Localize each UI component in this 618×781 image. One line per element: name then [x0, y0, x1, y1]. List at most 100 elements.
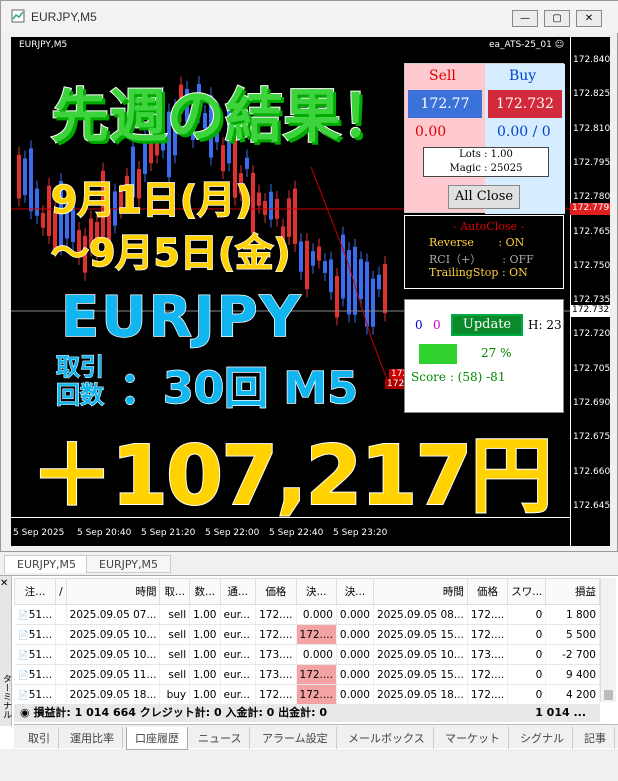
terminal-tab[interactable]: 運用比率	[62, 727, 123, 749]
buy-button[interactable]: 172.732	[488, 90, 562, 118]
cell-text: eur...	[223, 668, 250, 681]
table-row[interactable]: 📄51... 2025.09.05 07... sell 1.00 eur... 172.…	[14, 604, 600, 625]
cell-text: 2025.09.05 11...	[69, 668, 157, 681]
col-header-type[interactable]: 取...	[159, 578, 191, 605]
col-header-order[interactable]: 注...	[13, 578, 57, 605]
update-button[interactable]: Update	[451, 314, 523, 336]
cell-text: 2025.09.05 18...	[69, 688, 157, 701]
col-header-sort[interactable]: /	[55, 578, 67, 605]
time-tick: 5 Sep 2025	[13, 528, 65, 538]
table-cell: 0	[507, 684, 547, 705]
table-row[interactable]: 📄51... 2025.09.05 10... sell 1.00 eur... 172.…	[14, 624, 600, 645]
cell-text: sell	[168, 608, 187, 621]
buy-label: Buy	[509, 68, 537, 84]
trade-panel: Sell Buy 172.77 172.732 0.00 0.00 / 0 Lo…	[404, 63, 565, 214]
sell-button[interactable]: 172.77	[408, 90, 482, 118]
cell-text: 172....	[470, 628, 505, 641]
all-close-button[interactable]: All Close	[448, 185, 520, 209]
table-cell: 1.00	[189, 684, 221, 705]
col-header-profit[interactable]: 損益	[545, 578, 600, 605]
table-cell: eur...	[220, 604, 257, 625]
cell-text: eur...	[223, 648, 250, 661]
minimize-button[interactable]: —	[512, 10, 538, 27]
table-row[interactable]: 📄51... 2025.09.05 11... sell 1.00 eur... 173.…	[14, 664, 600, 685]
order-icon: 📄	[17, 630, 29, 641]
trailing-setting[interactable]: TrailingStop : ON	[429, 266, 528, 279]
col-header-swap[interactable]: スワ...	[507, 578, 547, 605]
table-cell: 0.000	[336, 604, 374, 625]
terminal-tab[interactable]: メールボックス	[340, 727, 434, 749]
candle-body	[329, 259, 333, 293]
chart-tab-1[interactable]: EURJPY,M5	[4, 555, 89, 573]
terminal-tab[interactable]: 取引	[20, 727, 59, 749]
cell-text: 172....	[470, 668, 505, 681]
symbol-label: EURJPY,M5	[19, 40, 68, 50]
terminal-tab[interactable]: 口座履歴	[126, 727, 188, 750]
col-header-close-time[interactable]: 時間	[372, 578, 468, 605]
candle-body	[323, 261, 327, 273]
cell-text: 51...	[28, 628, 53, 641]
terminal-tab[interactable]: アラーム設定	[254, 727, 337, 749]
table-row[interactable]: 📄51... 2025.09.05 18... buy 1.00 eur... 172..…	[14, 684, 600, 705]
lots-box[interactable]: Lots : 1.00 Magic : 25025	[423, 147, 549, 177]
order-icon: 📄	[17, 690, 29, 701]
col-header-time[interactable]: 時間	[65, 578, 161, 605]
sidebar-close-icon[interactable]: ✕	[0, 578, 8, 589]
rci-setting[interactable]: RCI（+） : OFF	[429, 251, 534, 267]
col-header-close-price[interactable]: 価格	[466, 578, 509, 605]
cell-text: sell	[168, 628, 187, 641]
candle-body	[299, 241, 303, 272]
price-tick: 172.750	[573, 260, 610, 271]
col-header-volume[interactable]: 数...	[189, 578, 221, 605]
table-scrollbar[interactable]	[600, 578, 616, 702]
col-header-symbol[interactable]: 通...	[219, 578, 257, 605]
terminal-tab[interactable]: マーケット	[437, 727, 509, 749]
table-row[interactable]: 📄51... 2025.09.05 10... sell 1.00 eur... 173.…	[14, 644, 600, 665]
cell-text: 172....	[259, 628, 293, 641]
table-cell: 0.000	[336, 624, 374, 645]
col-header-tp[interactable]: 決...	[335, 578, 374, 605]
price-chart[interactable]: EURJPY,M5 ea_ATS-25_01 ☺ 172.840 172.825 1…	[11, 37, 610, 546]
table-cell: 2025.09.05 08...	[373, 604, 468, 625]
cell-text: 1.00	[193, 648, 217, 661]
close-button[interactable]: ✕	[576, 10, 602, 27]
time-tick: 5 Sep 20:40	[77, 528, 132, 538]
table-cell	[55, 604, 67, 625]
reverse-setting[interactable]: Reverse : ON	[429, 236, 524, 249]
price-tick: 172.795	[573, 157, 610, 168]
order-icon: 📄	[17, 650, 29, 661]
table-cell: 2025.09.05 18...	[373, 684, 468, 705]
terminal-tab[interactable]: ニュース	[190, 727, 251, 749]
table-cell: 0	[507, 604, 547, 625]
table-cell: 0.000	[336, 644, 374, 665]
col-header-sl[interactable]: 決...	[295, 578, 337, 605]
price-tick: 172.735	[573, 295, 610, 306]
chart-tabs: EURJPY,M5 EURJPY,M5	[0, 553, 618, 573]
profit-amount: ＋107,217円	[30, 428, 553, 525]
price-tick: 172.675	[573, 432, 610, 443]
table-cell	[55, 664, 67, 685]
chart-tab-2[interactable]: EURJPY,M5	[86, 555, 171, 573]
maximize-button[interactable]: ▢	[544, 10, 570, 27]
cell-text: 0	[535, 648, 543, 661]
title-bar[interactable]: EURJPY,M5 — ▢ ✕	[1, 1, 618, 33]
cell-text: 172....	[299, 668, 333, 681]
col-header-price[interactable]: 価格	[255, 578, 297, 605]
trades-label: 取引 回数	[56, 353, 105, 410]
cell-text: 51...	[28, 688, 53, 701]
lots-value: Lots : 1.00	[459, 149, 513, 160]
table-cell: eur...	[220, 624, 257, 645]
terminal-sidebar[interactable]: ✕ ターミナル	[0, 576, 12, 726]
cell-text: -2 700	[562, 648, 596, 661]
terminal-tab[interactable]: シグナル	[512, 727, 573, 749]
cell-text: 173....	[259, 668, 293, 681]
table-cell: 2025.09.05 07...	[66, 604, 161, 625]
terminal-tab[interactable]: 記事	[576, 727, 615, 749]
sell-price-tag: 172.779	[570, 203, 610, 215]
cell-text: 51...	[28, 668, 53, 681]
table-cell: -2 700	[545, 644, 600, 665]
cell-text: 172....	[259, 688, 293, 701]
scrollbar-thumb[interactable]	[604, 690, 613, 700]
candle-body	[17, 154, 21, 199]
price-tick: 172.705	[573, 363, 610, 374]
